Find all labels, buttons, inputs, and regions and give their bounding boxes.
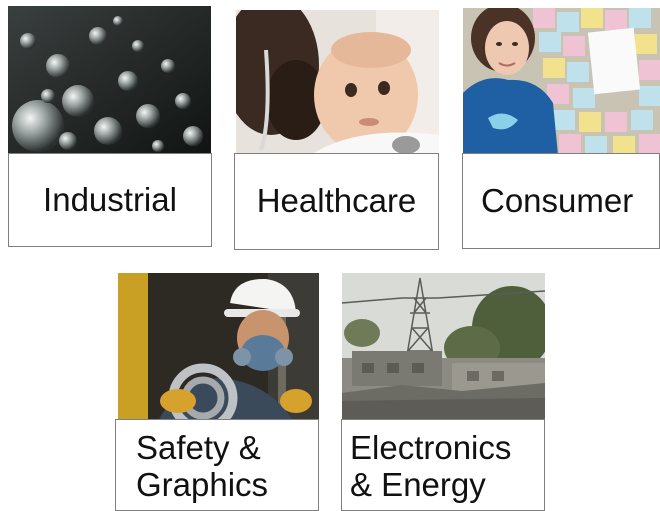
sticky-notes-woman-photo[interactable] [463, 8, 660, 155]
tile-label-line: Healthcare [256, 182, 417, 220]
tile-label-line: Graphics [136, 465, 269, 503]
tile-label-line: Safety & [136, 429, 261, 466]
tile-label: Industrial [8, 153, 212, 247]
power-pylon-buildings-photo[interactable] [342, 273, 545, 421]
tile-label: Electronics & Energy [341, 419, 545, 511]
tile-label: Safety & Graphics [115, 419, 319, 511]
tile-label-line: & Energy [350, 465, 486, 503]
respirator-worker-photo[interactable] [118, 273, 319, 421]
tile-label-line: Consumer [481, 181, 634, 219]
tile-label: Consumer [462, 153, 660, 249]
baby-stethoscope-photo[interactable] [236, 10, 439, 155]
glass-bubbles-photo[interactable] [8, 6, 211, 156]
tile-label: Healthcare [234, 153, 439, 250]
tile-label-line: Industrial [43, 180, 177, 218]
tile-label-line: Electronics [350, 429, 512, 466]
